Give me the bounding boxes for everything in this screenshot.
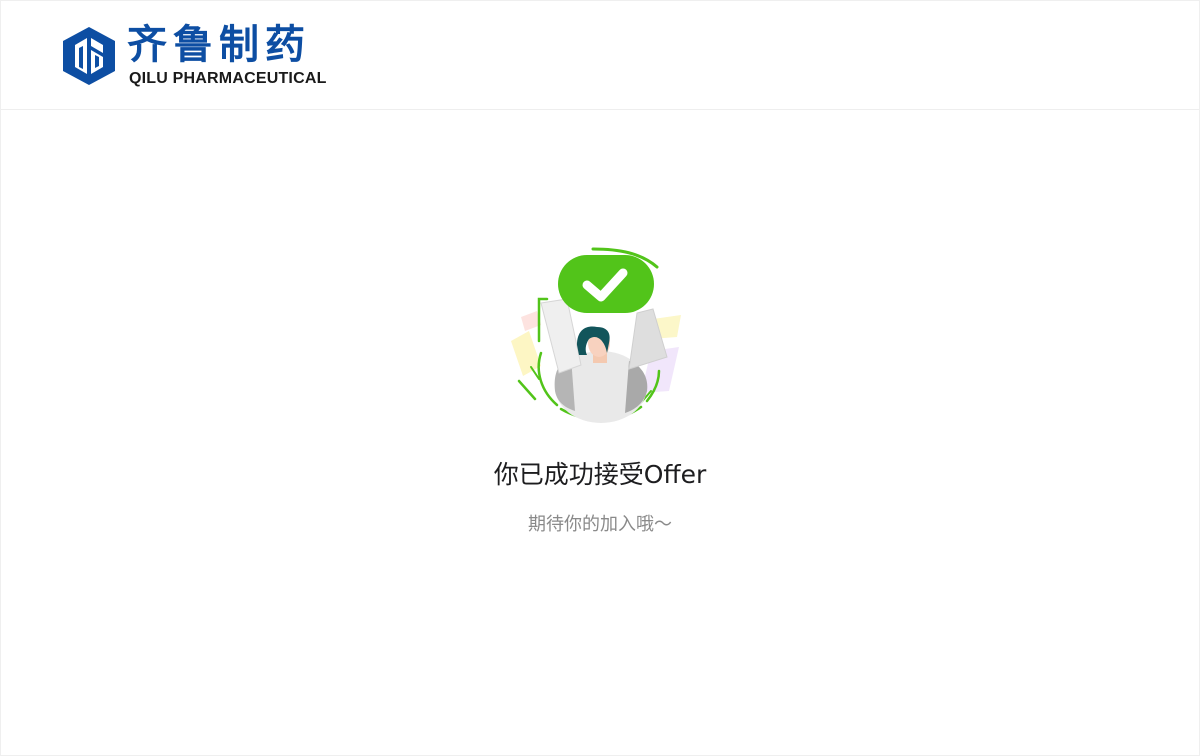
success-title: 你已成功接受Offer xyxy=(493,460,707,489)
dash-left-1 xyxy=(517,379,537,401)
logo-chinese-name: 齐鲁制药 xyxy=(127,22,311,68)
offer-accepted-illustration xyxy=(511,247,681,423)
logo-english-name: QILU PHARMACEUTICAL xyxy=(129,70,327,87)
yellow-paper-left xyxy=(511,331,541,376)
circle-arc-left xyxy=(537,351,559,407)
qilu-logo-mark xyxy=(63,27,115,85)
company-logo: 齐鲁制药 QILU PHARMACEUTICAL xyxy=(61,22,361,89)
success-subtitle: 期待你的加入哦～ xyxy=(528,514,672,535)
page: 齐鲁制药 QILU PHARMACEUTICAL 你已成功接受Offer 期待你… xyxy=(0,0,1200,756)
header: 齐鲁制药 QILU PHARMACEUTICAL xyxy=(1,1,1199,110)
sign-board xyxy=(558,255,654,313)
